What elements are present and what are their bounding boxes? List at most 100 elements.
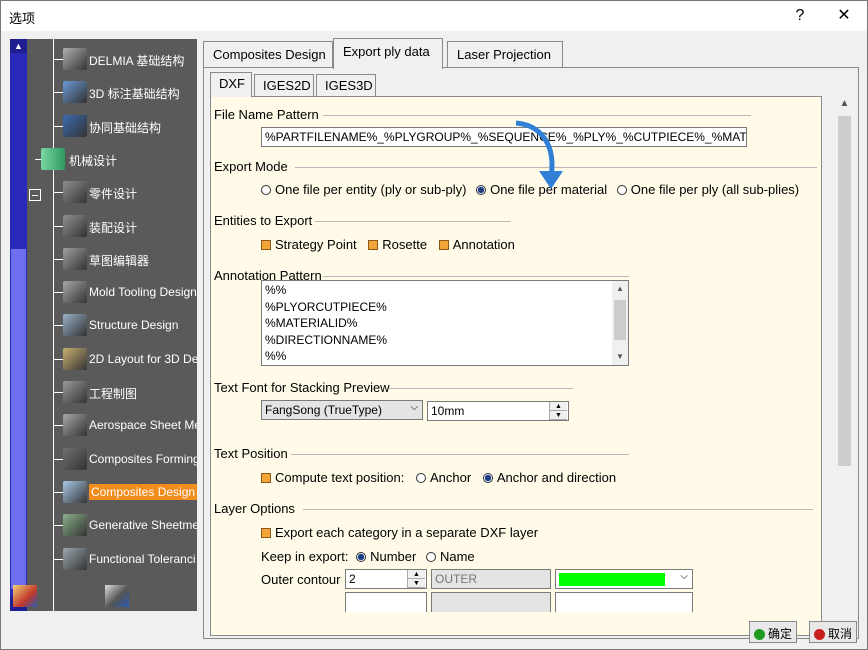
collapse-icon[interactable] (29, 189, 41, 201)
tree-scrollbar[interactable]: ▲ ▼ (10, 39, 27, 611)
scroll-thumb[interactable] (838, 116, 851, 466)
tree-item-label: Generative Sheetmet (89, 518, 197, 533)
tree-item-label: Structure Design (89, 318, 179, 333)
tree-item-13[interactable]: Composites Design (27, 476, 197, 508)
radio-one-file-per-ply[interactable]: One file per ply (all sub-plies) (616, 182, 799, 197)
check-annotation[interactable]: Annotation (438, 237, 515, 252)
tab-laser-projection[interactable]: Laser Projection (447, 41, 563, 68)
options-dialog: 选项 ? ✕ ▲ ▼ DELMIA 基础结构 3D 标注基础结构协同基础结构机械设… (0, 0, 868, 650)
tab-export-ply-data[interactable]: Export ply data (333, 38, 443, 69)
dxf-settings-panel: File Name Pattern %PARTFILENAME%_%PLYGRO… (210, 96, 822, 636)
chevron-down-icon: ⌵ (680, 571, 688, 582)
tree-item-label: Aerospace Sheet Met (89, 418, 197, 433)
tree-item-label: Composites Design (89, 483, 197, 500)
tree-tool-icon[interactable] (13, 585, 37, 607)
tree-scroll-thumb[interactable] (11, 249, 26, 589)
tree-item-label: 零件设计 (89, 187, 138, 202)
tree-item-9[interactable]: 2D Layout for 3D Des (27, 343, 197, 375)
entities-options: Strategy Point Rosette Annotation (261, 237, 515, 252)
tree-export-icon[interactable] (105, 585, 129, 607)
aerospace-sheetmetal-icon (63, 414, 87, 437)
radio-anchor-direction[interactable]: Anchor and direction (482, 470, 616, 485)
tree-scroll-up-icon[interactable]: ▲ (10, 39, 27, 53)
sketcher-icon (63, 247, 87, 270)
next-row-number-input[interactable] (345, 592, 427, 612)
check-separate-layer[interactable]: Export each category in a separate DXF l… (261, 525, 538, 540)
dialog-client: ▲ ▼ DELMIA 基础结构 3D 标注基础结构协同基础结构机械设计零件设计装配… (1, 31, 867, 649)
mechanical-design-icon (41, 147, 65, 170)
panel-scrollbar[interactable]: ▲ ▼ (836, 96, 853, 634)
cancel-button[interactable]: 取消 (809, 621, 858, 643)
tree-item-label: Mold Tooling Design (89, 285, 197, 300)
tree-item-14[interactable]: Generative Sheetmet (27, 509, 197, 541)
tree-item-11[interactable]: Aerospace Sheet Met (27, 409, 197, 441)
radio-one-file-per-entity[interactable]: One file per entity (ply or sub-ply) (261, 182, 466, 197)
tree-item-2[interactable]: 协同基础结构 (27, 110, 197, 142)
text-font-label: Text Font for Stacking Preview (214, 380, 390, 395)
tree-item-0[interactable]: DELMIA 基础结构 (27, 43, 197, 75)
mold-tooling-icon (63, 281, 87, 304)
check-compute-text-position[interactable]: Compute text position: (261, 470, 404, 485)
tree-item-label: 协同基础结构 (89, 120, 162, 135)
tree-item-3[interactable]: 机械设计 (27, 143, 197, 175)
composites-design-icon (63, 480, 87, 503)
ok-button[interactable]: 确定 (749, 621, 798, 643)
options-tree: DELMIA 基础结构 3D 标注基础结构 协同基础结构机械设计零件设计装配设计草图… (27, 39, 197, 611)
window-title: 选项 (9, 11, 36, 26)
radio-name[interactable]: Name (425, 549, 475, 564)
next-row-color-select[interactable] (555, 592, 693, 612)
tree-item-1[interactable]: 3D 标注基础结构 (27, 76, 197, 108)
tab-composites-design[interactable]: Composites Design (203, 41, 333, 68)
tree-item-label: 装配设计 (89, 220, 138, 235)
font-size-spinner[interactable]: ▲ ▼ (549, 402, 567, 420)
tree-item-4[interactable]: 零件设计 (27, 176, 197, 208)
tree-item-15[interactable]: Functional Toleranci (27, 543, 197, 575)
keep-in-export-row: Keep in export: Number Name (261, 549, 475, 564)
check-strategy-point[interactable]: Strategy Point (261, 237, 357, 252)
outer-contour-label: Outer contour (261, 572, 341, 587)
tree-item-6[interactable]: 草图编辑器 (27, 243, 197, 275)
tree-item-7[interactable]: Mold Tooling Design (27, 276, 197, 308)
assembly-design-icon (63, 214, 87, 237)
check-rosette[interactable]: Rosette (368, 237, 427, 252)
composites-forming-icon (63, 447, 87, 470)
collaboration-icon (63, 114, 87, 137)
layout-icon (63, 347, 87, 370)
file-name-pattern-label: File Name Pattern (214, 107, 319, 122)
close-button[interactable]: ✕ (829, 5, 859, 27)
font-select[interactable]: FangSong (TrueType) ⌵ (261, 400, 423, 420)
tree-item-8[interactable]: Structure Design (27, 309, 197, 341)
tab-iges2d[interactable]: IGES2D (254, 74, 314, 96)
outer-contour-color-select[interactable]: ⌵ (555, 569, 693, 589)
tree-item-12[interactable]: Composites Forming (27, 443, 197, 475)
tree-item-label: 机械设计 (69, 153, 118, 168)
tree-item-5[interactable]: 装配设计 (27, 210, 197, 242)
radio-anchor[interactable]: Anchor (415, 470, 471, 485)
tree-item-label: 工程制图 (89, 387, 138, 401)
outer-contour-name-field[interactable]: OUTER (431, 569, 551, 589)
scroll-up-icon[interactable]: ▲ (836, 96, 853, 112)
outer-contour-spinner[interactable]: ▲ ▼ (407, 570, 425, 588)
text-position-label: Text Position (214, 446, 288, 461)
help-button[interactable]: ? (785, 5, 815, 27)
export-ply-pane: DXF IGES2D IGES3D File Name Pattern %PAR… (203, 67, 859, 639)
tree-item-10[interactable]: 工程制图 (27, 376, 197, 408)
functional-tolerancing-icon (63, 547, 87, 570)
annotation-pattern-textarea[interactable]: %% %PLYORCUTPIECE% %MATERIALID% %DIRECTI… (261, 280, 629, 366)
tab-iges3d[interactable]: IGES3D (316, 74, 376, 96)
ok-icon (754, 629, 765, 640)
radio-number[interactable]: Number (356, 549, 416, 564)
file-name-pattern-input[interactable]: %PARTFILENAME%_%PLYGROUP%_%SEQUENCE%_%PL… (261, 127, 747, 147)
font-size-input[interactable]: 10mm (427, 401, 569, 421)
annotation-scrollbar[interactable]: ▲ ▼ (612, 281, 628, 365)
next-row-name-field[interactable] (431, 592, 551, 612)
tree-item-label: Functional Toleranci (89, 551, 196, 566)
tree-item-label: Composites Forming (89, 451, 197, 466)
drafting-icon (63, 381, 87, 403)
tree-item-label: 3D 标注基础结构 (89, 87, 180, 102)
tab-dxf[interactable]: DXF (210, 72, 252, 97)
annotation-infra-icon (63, 81, 87, 104)
export-mode-label: Export Mode (214, 159, 288, 174)
tree-item-label: 草图编辑器 (89, 253, 150, 268)
color-swatch (559, 573, 665, 586)
